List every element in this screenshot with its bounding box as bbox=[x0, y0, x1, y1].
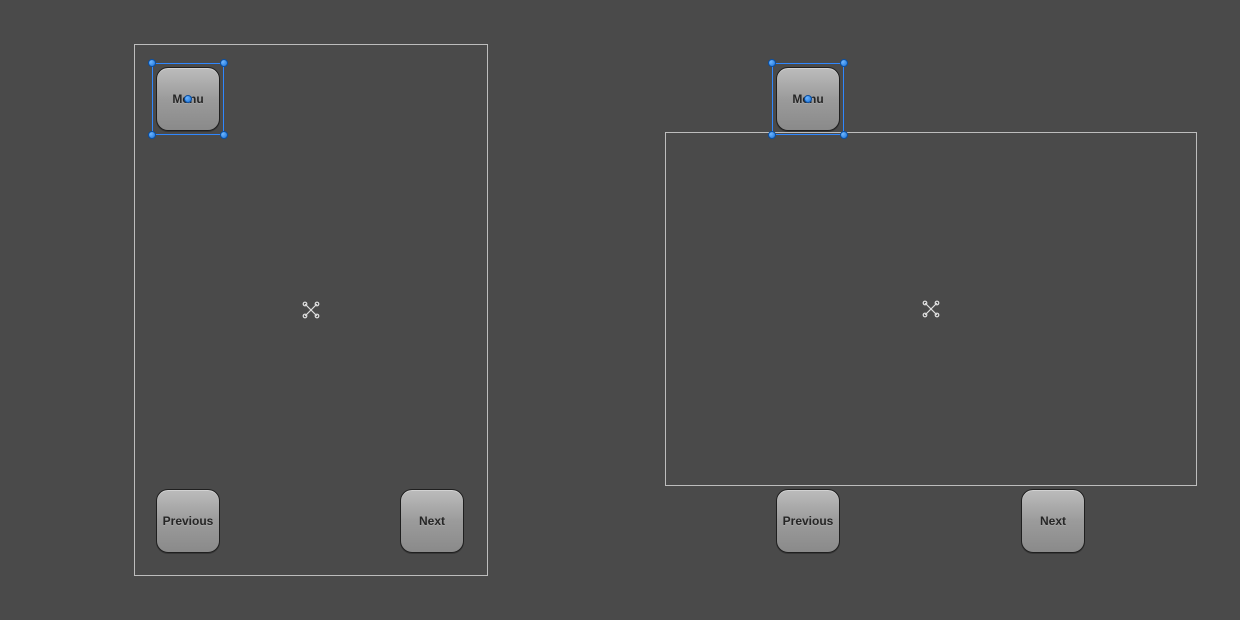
pivot-icon bbox=[921, 299, 941, 319]
next-button[interactable]: Next bbox=[400, 489, 464, 553]
button-label: Menu bbox=[172, 92, 203, 106]
menu-button[interactable]: Menu bbox=[156, 67, 220, 131]
previous-button[interactable]: Previous bbox=[776, 489, 840, 553]
button-label: Previous bbox=[163, 514, 214, 528]
button-label: Previous bbox=[783, 514, 834, 528]
menu-button[interactable]: Menu bbox=[776, 67, 840, 131]
previous-button[interactable]: Previous bbox=[156, 489, 220, 553]
button-label: Next bbox=[1040, 514, 1066, 528]
resize-handle-icon[interactable] bbox=[768, 59, 776, 67]
pivot-icon bbox=[301, 300, 321, 320]
view-frame-landscape[interactable] bbox=[665, 132, 1197, 486]
resize-handle-icon[interactable] bbox=[840, 59, 848, 67]
design-canvas[interactable]: Menu Previous Next bbox=[0, 0, 1240, 620]
button-label: Next bbox=[419, 514, 445, 528]
button-label: Menu bbox=[792, 92, 823, 106]
next-button[interactable]: Next bbox=[1021, 489, 1085, 553]
